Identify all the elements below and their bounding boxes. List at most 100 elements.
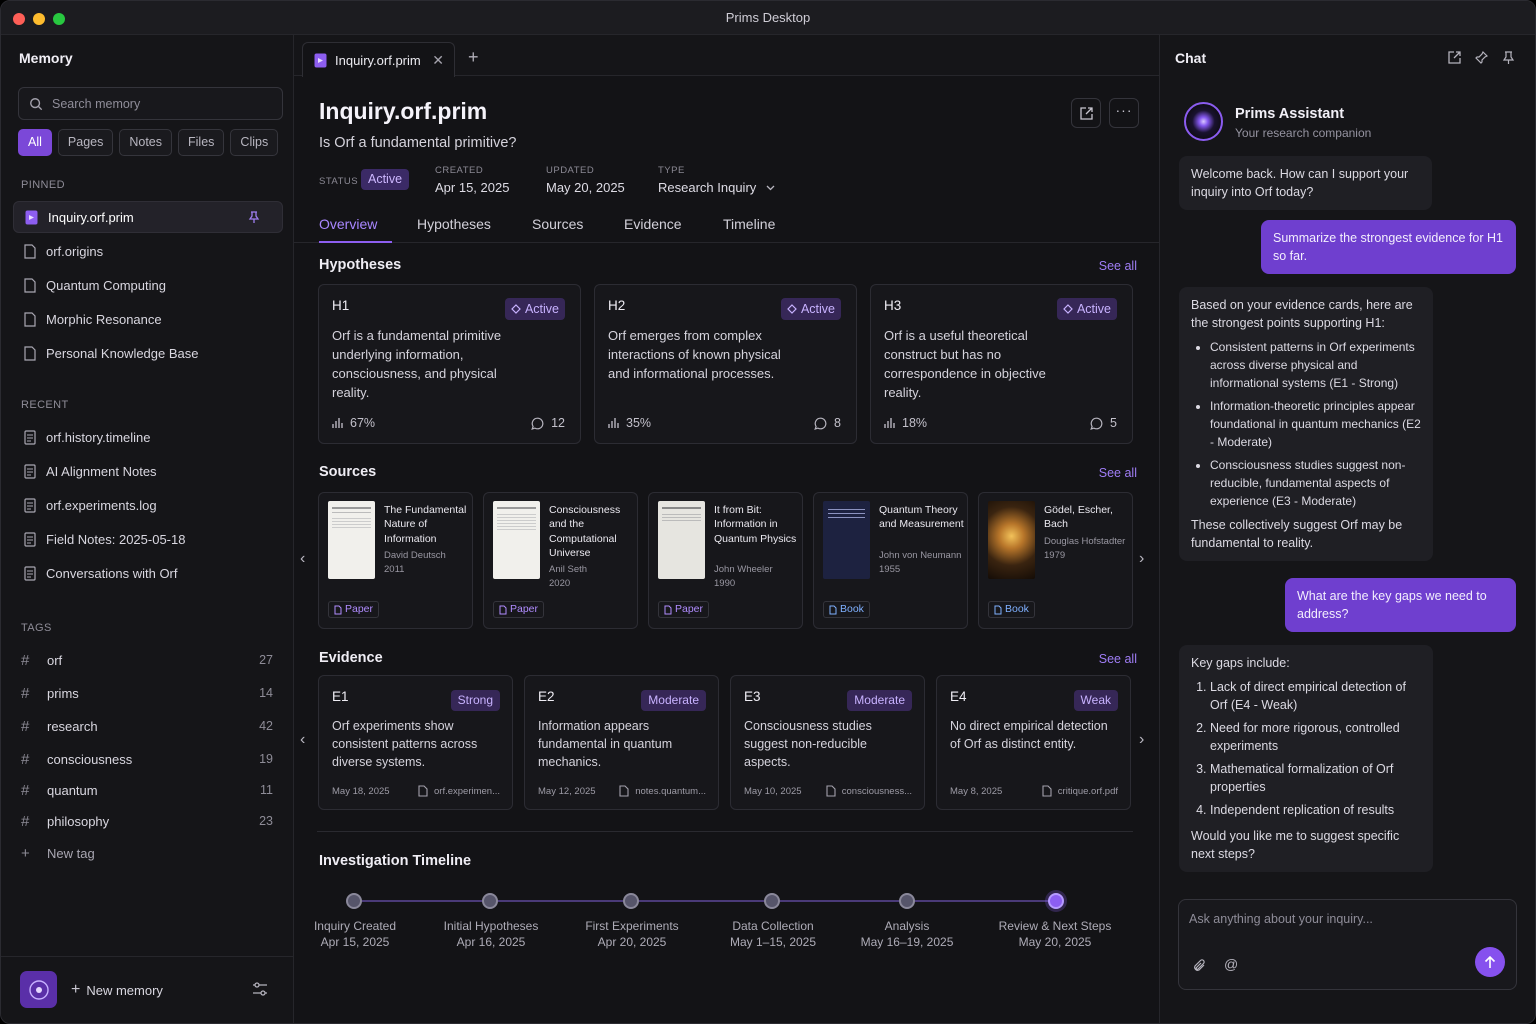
send-button[interactable]: [1475, 947, 1505, 977]
pushpin-icon[interactable]: [1502, 51, 1515, 65]
evidence-see-all-link[interactable]: See all: [1099, 652, 1137, 666]
evidence-card[interactable]: E1 Strong Orf experiments show consisten…: [318, 675, 513, 810]
close-tab-icon[interactable]: ✕: [432, 52, 444, 69]
hypothesis-comments[interactable]: 5: [1090, 416, 1117, 430]
tag-item[interactable]: # research 42: [21, 713, 273, 739]
new-tab-button[interactable]: +: [468, 47, 479, 68]
close-window-button[interactable]: [13, 13, 25, 25]
timeline-event: Review & Next Steps: [998, 919, 1112, 933]
pinned-item-inquiry[interactable]: Inquiry.orf.prim: [13, 201, 283, 233]
source-card[interactable]: It from Bit: Information in Quantum Phys…: [648, 492, 803, 629]
hypothesis-card[interactable]: H3 Active Orf is a useful theoretical co…: [870, 284, 1133, 444]
page-title: Inquiry.orf.prim: [319, 98, 488, 124]
tag-item[interactable]: # philosophy 23: [21, 808, 273, 834]
tag-item[interactable]: # quantum 11: [21, 777, 273, 803]
recent-item[interactable]: AI Alignment Notes: [13, 455, 283, 487]
hypothesis-card[interactable]: H2 Active Orf emerges from complex inter…: [594, 284, 857, 444]
more-options-button[interactable]: ···: [1109, 98, 1139, 128]
pinned-item-morphic-resonance[interactable]: Morphic Resonance: [13, 303, 283, 335]
source-type: Book: [840, 603, 864, 615]
filter-clips[interactable]: Clips: [230, 129, 279, 156]
sources-next-arrow[interactable]: ›: [1139, 550, 1144, 568]
tag-item[interactable]: # prims 14: [21, 680, 273, 706]
source-title: Quantum Theory and Measurement: [879, 504, 964, 531]
tag-count: 23: [259, 814, 273, 828]
source-card[interactable]: Quantum Theory and Measurement John von …: [813, 492, 968, 629]
evidence-text: Orf experiments show consistent patterns…: [332, 719, 478, 769]
recent-item[interactable]: orf.history.timeline: [13, 421, 283, 453]
new-tag-button[interactable]: + New tag: [21, 840, 273, 866]
sources-prev-arrow[interactable]: ‹: [300, 550, 305, 568]
pinned-item-quantum-computing[interactable]: Quantum Computing: [13, 269, 283, 301]
tab-hypotheses[interactable]: Hypotheses: [417, 216, 491, 232]
prim-file-icon: [314, 53, 327, 67]
document-tab-label: Inquiry.orf.prim: [335, 52, 421, 68]
evidence-file[interactable]: consciousness...: [826, 785, 912, 797]
evidence-card[interactable]: E3 Moderate Consciousness studies sugges…: [730, 675, 925, 810]
pin-icon[interactable]: [248, 211, 260, 224]
minimize-window-button[interactable]: [33, 13, 45, 25]
filter-pages[interactable]: Pages: [57, 129, 114, 156]
sources-see-all-link[interactable]: See all: [1099, 466, 1137, 480]
search-input[interactable]: [52, 96, 272, 111]
evidence-file[interactable]: critique.orf.pdf: [1042, 785, 1118, 797]
timeline-node[interactable]: [623, 893, 639, 909]
timeline-node-current[interactable]: [1048, 893, 1064, 909]
source-card[interactable]: Gödel, Escher, Bach Douglas Hofstadter 1…: [978, 492, 1133, 629]
evidence-file-name: orf.experimen...: [434, 785, 500, 797]
recent-item[interactable]: Field Notes: 2025-05-18: [13, 523, 283, 555]
open-external-button[interactable]: [1071, 98, 1101, 128]
evidence-file[interactable]: orf.experimen...: [418, 785, 500, 797]
filter-files[interactable]: Files: [178, 129, 225, 156]
type-select[interactable]: Research Inquiry: [658, 180, 775, 195]
filter-all[interactable]: All: [18, 129, 52, 156]
hypotheses-see-all-link[interactable]: See all: [1099, 259, 1137, 273]
tab-evidence[interactable]: Evidence: [624, 216, 682, 232]
evidence-prev-arrow[interactable]: ‹: [300, 731, 305, 749]
paperclip-icon[interactable]: [1193, 959, 1206, 973]
tab-timeline[interactable]: Timeline: [723, 216, 775, 232]
timeline-node[interactable]: [482, 893, 498, 909]
pinned-item-pkb[interactable]: Personal Knowledge Base: [13, 337, 283, 369]
recent-item[interactable]: Conversations with Orf: [13, 557, 283, 589]
document-tab[interactable]: Inquiry.orf.prim ✕: [302, 42, 455, 77]
app-logo[interactable]: [20, 971, 57, 1008]
pin-icon[interactable]: [1475, 51, 1488, 64]
chat-input[interactable]: [1189, 912, 1499, 926]
new-memory-button[interactable]: + New memory: [71, 981, 163, 999]
filter-notes[interactable]: Notes: [119, 129, 173, 156]
source-type: Paper: [510, 603, 539, 615]
evidence-card[interactable]: E4 Weak No direct empirical detection of…: [936, 675, 1131, 810]
pinned-item-orf-origins[interactable]: orf.origins: [13, 235, 283, 267]
tag-item[interactable]: # orf 27: [21, 647, 273, 673]
hypothesis-comments[interactable]: 12: [531, 416, 565, 430]
tag-item[interactable]: # consciousness 19: [21, 746, 273, 772]
timeline-date: May 16–19, 2025: [860, 935, 954, 949]
timeline-node[interactable]: [899, 893, 915, 909]
timeline-node[interactable]: [346, 893, 362, 909]
evidence-card[interactable]: E2 Moderate Information appears fundamen…: [524, 675, 719, 810]
mention-icon[interactable]: @: [1224, 956, 1238, 972]
hypothesis-card[interactable]: H1 Active Orf is a fundamental primitive…: [318, 284, 581, 444]
hypothesis-comments[interactable]: 8: [814, 416, 841, 430]
external-link-icon[interactable]: [1448, 51, 1461, 64]
timeline-date: May 1–15, 2025: [729, 935, 817, 949]
text-file-icon: [24, 565, 36, 581]
timeline-label: Review & Next Steps May 20, 2025: [985, 918, 1125, 950]
assistant-subtitle: Your research companion: [1235, 126, 1372, 140]
search-box[interactable]: [18, 87, 283, 120]
evidence-date: May 12, 2025: [538, 786, 596, 797]
source-type: Paper: [345, 603, 374, 615]
source-card[interactable]: The Fundamental Nature of Information Da…: [318, 492, 473, 629]
maximize-window-button[interactable]: [53, 13, 65, 25]
tab-overview[interactable]: Overview: [319, 216, 377, 232]
timeline-node[interactable]: [764, 893, 780, 909]
tab-sources[interactable]: Sources: [532, 216, 583, 232]
recent-item-label: Field Notes: 2025-05-18: [46, 531, 186, 547]
evidence-next-arrow[interactable]: ›: [1139, 731, 1144, 749]
settings-sliders-icon[interactable]: [252, 981, 268, 997]
evidence-file[interactable]: notes.quantum...: [619, 785, 706, 797]
recent-item-label: Conversations with Orf: [46, 565, 178, 581]
source-card[interactable]: Consciousness and the Computational Univ…: [483, 492, 638, 629]
recent-item[interactable]: orf.experiments.log: [13, 489, 283, 521]
